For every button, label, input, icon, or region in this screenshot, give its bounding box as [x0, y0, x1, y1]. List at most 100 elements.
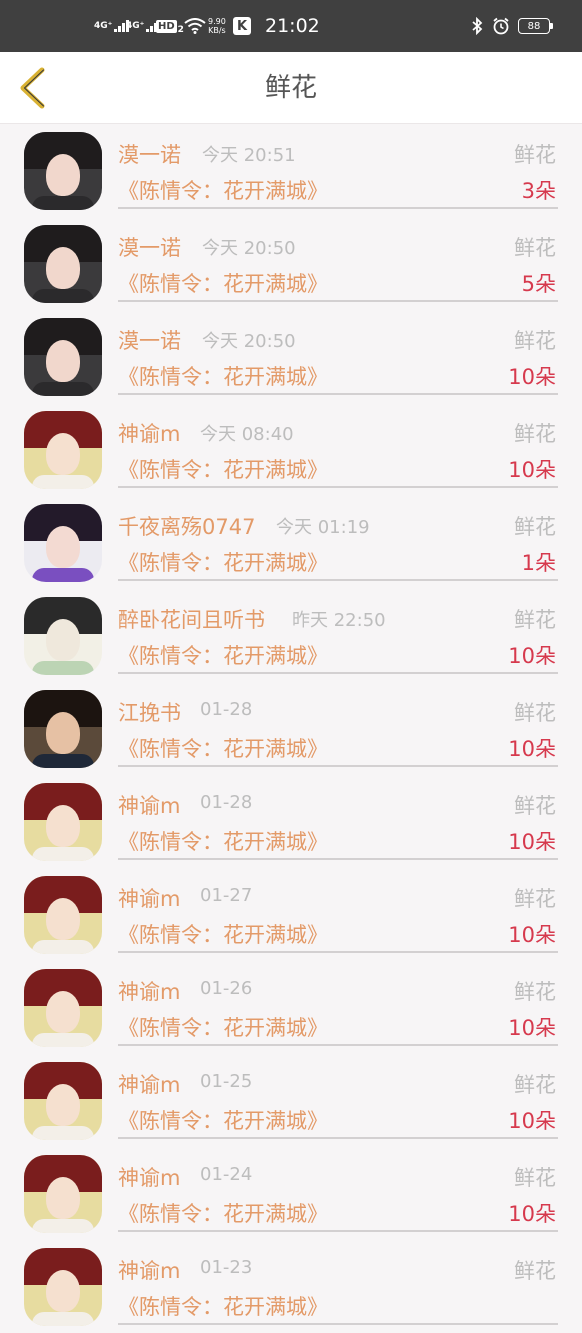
bluetooth-icon	[470, 0, 484, 52]
user-name[interactable]: 神谕m	[118, 790, 180, 820]
status-time: 21:02	[265, 0, 320, 52]
top-navigation-bar: 鲜花	[0, 52, 582, 124]
avatar[interactable]	[24, 225, 102, 303]
user-name[interactable]: 神谕m	[118, 1162, 180, 1192]
signal-sim1-icon: 4G⁺	[94, 0, 130, 52]
row-divider	[118, 579, 558, 581]
record-time: 今天 20:50	[202, 331, 296, 352]
flower-count: 10朵	[508, 644, 556, 668]
sim1-network-type: 4G⁺	[94, 21, 113, 31]
record-time: 01-24	[200, 1164, 253, 1185]
list-item[interactable]: 神谕m 01-25 鲜花 《陈情令：花开满城》 10朵	[0, 1054, 582, 1147]
record-time: 今天 20:50	[202, 238, 296, 259]
row-divider	[118, 1230, 558, 1232]
user-name[interactable]: 漠一诺	[118, 139, 181, 169]
user-name[interactable]: 神谕m	[118, 1255, 180, 1285]
battery-icon: 88	[518, 0, 553, 52]
list-item[interactable]: 漠一诺 今天 20:50 鲜花 《陈情令：花开满城》 5朵	[0, 217, 582, 310]
work-title: 《陈情令：花开满城》	[118, 365, 328, 389]
gift-type-label: 鲜花	[514, 515, 556, 539]
avatar[interactable]	[24, 504, 102, 582]
list-item[interactable]: 神谕m 01-27 鲜花 《陈情令：花开满城》 10朵	[0, 868, 582, 961]
user-name[interactable]: 醉卧花间且听书	[118, 604, 265, 634]
avatar[interactable]	[24, 690, 102, 768]
avatar[interactable]	[24, 876, 102, 954]
list-item[interactable]: 漠一诺 今天 20:51 鲜花 《陈情令：花开满城》 3朵	[0, 124, 582, 217]
flower-count: 10朵	[508, 830, 556, 854]
user-name[interactable]: 神谕m	[118, 418, 180, 448]
gift-type-label: 鲜花	[514, 794, 556, 818]
work-title: 《陈情令：花开满城》	[118, 644, 328, 668]
work-title: 《陈情令：花开满城》	[118, 923, 328, 947]
work-title: 《陈情令：花开满城》	[118, 458, 328, 482]
net-speed-unit: KB/s	[208, 26, 226, 35]
work-title: 《陈情令：花开满城》	[118, 1109, 328, 1133]
record-time: 01-26	[200, 978, 253, 999]
flower-count: 10朵	[508, 1202, 556, 1226]
hd-voice-icon: HD 2	[156, 0, 184, 52]
flower-record-list: 漠一诺 今天 20:51 鲜花 《陈情令：花开满城》 3朵 漠一诺 今天 20:50 鲜花 《陈…	[0, 124, 582, 1333]
work-title: 《陈情令：花开满城》	[118, 737, 328, 761]
avatar[interactable]	[24, 1248, 102, 1326]
gift-type-label: 鲜花	[514, 1166, 556, 1190]
gift-type-label: 鲜花	[514, 701, 556, 725]
avatar[interactable]	[24, 1062, 102, 1140]
record-time: 今天 08:40	[200, 424, 294, 445]
clock-text: 21:02	[265, 15, 320, 37]
avatar[interactable]	[24, 969, 102, 1047]
row-divider	[118, 486, 558, 488]
user-name[interactable]: 漠一诺	[118, 325, 181, 355]
list-item[interactable]: 神谕m 今天 08:40 鲜花 《陈情令：花开满城》 10朵	[0, 403, 582, 496]
avatar[interactable]	[24, 597, 102, 675]
gift-type-label: 鲜花	[514, 887, 556, 911]
work-title: 《陈情令：花开满城》	[118, 1016, 328, 1040]
flower-count: 10朵	[508, 923, 556, 947]
row-divider	[118, 207, 558, 209]
row-divider	[118, 393, 558, 395]
record-time: 昨天 22:50	[292, 610, 386, 631]
row-divider	[118, 1044, 558, 1046]
row-divider	[118, 765, 558, 767]
row-divider	[118, 1323, 558, 1325]
sim2-network-type: 4G⁺	[126, 21, 145, 31]
user-name[interactable]: 江挽书	[118, 697, 181, 727]
avatar[interactable]	[24, 318, 102, 396]
list-item[interactable]: 神谕m 01-24 鲜花《陈情令：花开满城》 10朵	[0, 1147, 582, 1240]
user-name[interactable]: 神谕m	[118, 1069, 180, 1099]
row-divider	[118, 672, 558, 674]
flower-count: 10朵	[508, 1109, 556, 1133]
work-title: 《陈情令：花开满城》	[118, 1202, 328, 1226]
hd-sim-index: 2	[177, 25, 184, 35]
user-name[interactable]: 漠一诺	[118, 232, 181, 262]
list-item[interactable]: 神谕m 01-28 鲜花 《陈情令：花开满城》 10朵	[0, 775, 582, 868]
hd-label: HD	[156, 19, 177, 33]
flower-count: 5朵	[521, 272, 556, 296]
avatar[interactable]	[24, 783, 102, 861]
avatar[interactable]	[24, 1155, 102, 1233]
net-speed-value: 9.90	[208, 17, 226, 26]
avatar[interactable]	[24, 411, 102, 489]
row-divider	[118, 300, 558, 302]
row-divider	[118, 858, 558, 860]
avatar[interactable]	[24, 132, 102, 210]
record-time: 01-28	[200, 792, 253, 813]
list-item[interactable]: 江挽书 01-28 鲜花 《陈情令：花开满城》 10朵	[0, 682, 582, 775]
list-item[interactable]: 漠一诺 今天 20:50 鲜花 《陈情令：花开满城》 10朵	[0, 310, 582, 403]
user-name[interactable]: 神谕m	[118, 976, 180, 1006]
list-item[interactable]: 神谕m 01-26 鲜花 《陈情令：花开满城》 10朵	[0, 961, 582, 1054]
user-name[interactable]: 千夜离殇0747	[118, 511, 255, 541]
list-item[interactable]: 千夜离殇0747 今天 01:19 鲜花 《陈情令：花开满城》 1朵	[0, 496, 582, 589]
flower-count: 1朵	[521, 551, 556, 575]
list-item[interactable]: 神谕m 01-23 鲜花 《陈情令：花开满城》	[0, 1240, 582, 1333]
app-notification-icon: K	[233, 0, 251, 52]
row-divider	[118, 951, 558, 953]
work-title: 《陈情令：花开满城》	[118, 179, 328, 203]
flower-count: 10朵	[508, 365, 556, 389]
wifi-icon	[184, 0, 206, 52]
record-time: 今天 01:19	[276, 517, 370, 538]
flower-count: 10朵	[508, 458, 556, 482]
alarm-icon	[492, 0, 510, 52]
work-title: 《陈情令：花开满城》	[118, 272, 328, 296]
list-item[interactable]: 醉卧花间且听书 昨天 22:50 鲜花 《陈情令：花开满城》 10朵	[0, 589, 582, 682]
user-name[interactable]: 神谕m	[118, 883, 180, 913]
